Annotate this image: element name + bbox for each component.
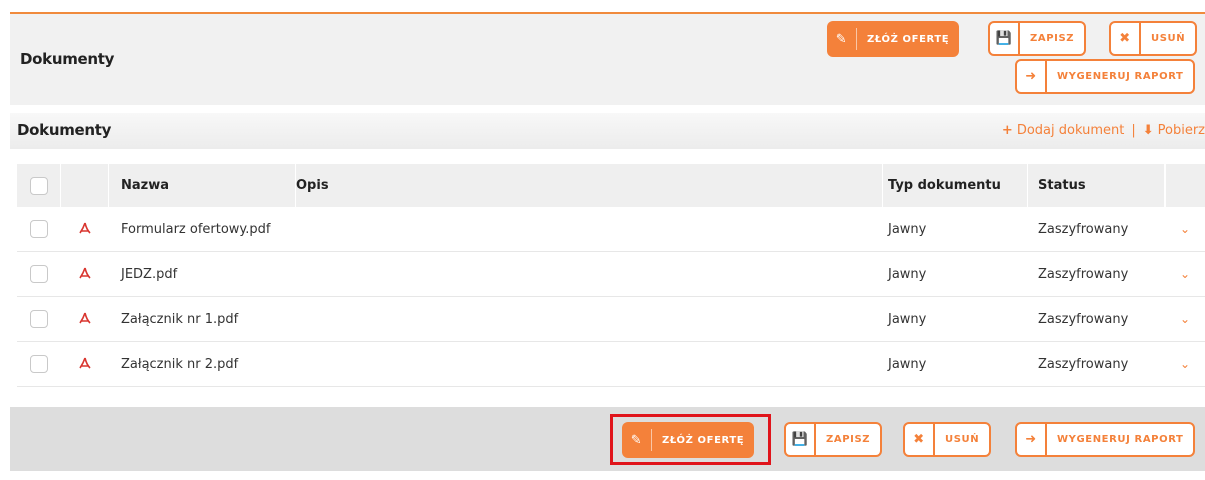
- column-header-description[interactable]: Opis: [296, 164, 883, 207]
- table-row: Załącznik nr 2.pdf Jawny Zaszyfrowany ⌄: [17, 342, 1205, 387]
- link-separator: |: [1131, 123, 1136, 138]
- section-actions: + Dodaj dokument | ⬇ Pobierz: [1002, 123, 1205, 138]
- chevron-down-icon[interactable]: ⌄: [1165, 342, 1205, 386]
- generate-report-button[interactable]: ➜ WYGENERUJ RAPORT: [1015, 59, 1196, 94]
- document-status: Zaszyfrowany: [1038, 266, 1129, 282]
- close-icon: ✖: [905, 424, 935, 455]
- save-button[interactable]: 💾 ZAPISZ: [988, 21, 1087, 56]
- page-title: Dokumenty: [20, 50, 115, 68]
- select-all-cell: [17, 164, 61, 207]
- column-header-status[interactable]: Status: [1028, 164, 1165, 207]
- row-checkbox-cell: [17, 342, 61, 386]
- table-header: Nazwa Opis Typ dokumentu Status: [17, 164, 1205, 207]
- row-checkbox-cell: [17, 207, 61, 251]
- sign-out-icon: ➜: [1017, 61, 1047, 92]
- generate-report-button-bottom[interactable]: ➜ WYGENERUJ RAPORT: [1015, 422, 1196, 457]
- highlight-box: [610, 414, 771, 465]
- actions-column-header: [1165, 164, 1205, 207]
- sign-out-icon: ➜: [1017, 424, 1047, 455]
- section-title: Dokumenty: [17, 121, 112, 139]
- plus-icon: +: [1001, 123, 1013, 138]
- row-checkbox-cell: [17, 252, 61, 296]
- row-checkbox[interactable]: [30, 220, 48, 238]
- document-type: Jawny: [888, 311, 927, 327]
- pdf-file-icon: [61, 342, 109, 386]
- close-icon: ✖: [1111, 23, 1141, 54]
- select-all-checkbox[interactable]: [29, 176, 48, 195]
- download-icon: ⬇: [1142, 123, 1154, 138]
- icon-column-header: [61, 164, 109, 207]
- row-checkbox[interactable]: [30, 355, 48, 373]
- chevron-down-icon[interactable]: ⌄: [1165, 252, 1205, 296]
- save-icon: 💾: [990, 23, 1020, 54]
- table-row: JEDZ.pdf Jawny Zaszyfrowany ⌄: [17, 252, 1205, 297]
- pdf-file-icon: [61, 297, 109, 341]
- document-status: Zaszyfrowany: [1038, 356, 1129, 372]
- document-name[interactable]: Załącznik nr 2.pdf: [109, 357, 296, 372]
- delete-button-bottom[interactable]: ✖ USUŃ: [903, 422, 992, 457]
- document-type: Jawny: [888, 221, 927, 237]
- document-name[interactable]: Formularz ofertowy.pdf: [109, 222, 296, 237]
- column-header-type[interactable]: Typ dokumentu: [883, 164, 1028, 207]
- row-checkbox-cell: [17, 297, 61, 341]
- page: Dokumenty ✎ ZŁÓŻ OFERTĘ 💾 ZAPISZ ✖ USUŃ …: [0, 0, 1205, 480]
- document-name[interactable]: Załącznik nr 1.pdf: [109, 312, 296, 327]
- document-status: Zaszyfrowany: [1038, 311, 1129, 327]
- document-type: Jawny: [888, 356, 927, 372]
- add-document-link[interactable]: + Dodaj dokument: [1002, 123, 1124, 138]
- document-name[interactable]: JEDZ.pdf: [109, 267, 296, 282]
- save-button-bottom[interactable]: 💾 ZAPISZ: [784, 422, 883, 457]
- column-header-name[interactable]: Nazwa: [109, 164, 296, 207]
- documents-table: Nazwa Opis Typ dokumentu Status Formular…: [17, 164, 1205, 387]
- save-icon: 💾: [786, 424, 816, 455]
- table-row: Formularz ofertowy.pdf Jawny Zaszyfrowan…: [17, 207, 1205, 252]
- submit-offer-button[interactable]: ✎ ZŁÓŻ OFERTĘ: [827, 21, 960, 57]
- download-link[interactable]: ⬇ Pobierz: [1143, 123, 1205, 138]
- pdf-file-icon: [61, 207, 109, 251]
- chevron-down-icon[interactable]: ⌄: [1165, 207, 1205, 251]
- chevron-down-icon[interactable]: ⌄: [1165, 297, 1205, 341]
- row-checkbox[interactable]: [30, 265, 48, 283]
- row-checkbox[interactable]: [30, 310, 48, 328]
- pdf-file-icon: [61, 252, 109, 296]
- table-row: Załącznik nr 1.pdf Jawny Zaszyfrowany ⌄: [17, 297, 1205, 342]
- document-status: Zaszyfrowany: [1038, 221, 1129, 237]
- edit-icon: ✎: [827, 28, 857, 50]
- document-type: Jawny: [888, 266, 927, 282]
- delete-button[interactable]: ✖ USUŃ: [1109, 21, 1198, 56]
